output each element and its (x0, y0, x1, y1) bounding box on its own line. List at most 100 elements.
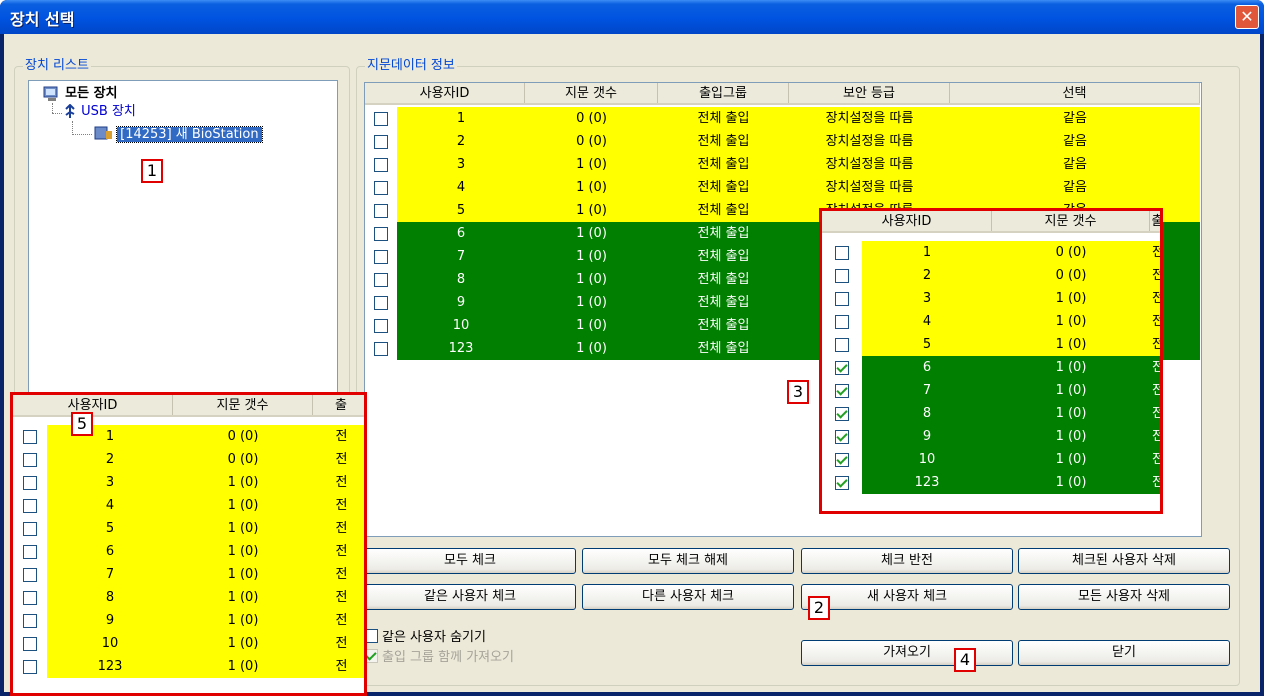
zoom-checkbox[interactable] (835, 429, 849, 444)
left-checkbox-cell[interactable] (13, 609, 47, 632)
fp-grid-checkbox-cell[interactable] (365, 291, 397, 314)
zoom-col-header[interactable]: 출 (1150, 211, 1160, 231)
tree-device[interactable]: [14253] 새 BioStation (93, 125, 263, 144)
zoom-col-header[interactable]: 지문 갯수 (992, 211, 1150, 231)
zoom-checkbox[interactable] (835, 475, 849, 490)
zoom-row[interactable]: 20 (0) 전 (822, 264, 1160, 287)
zoom-checkbox[interactable] (835, 406, 849, 421)
zoom-checkbox[interactable] (835, 268, 849, 283)
fp-grid-col-header[interactable]: 지문 갯수 (525, 83, 658, 103)
zoom-checkbox[interactable] (835, 383, 849, 398)
fp-grid-checkbox[interactable] (374, 341, 388, 356)
fp-grid-row[interactable]: 41 (0) 전체 출입 장치설정을 따름 같음 (365, 176, 1200, 199)
left-col-header[interactable]: 사용자ID (13, 395, 173, 415)
check-all-button[interactable]: 모두 체크 (364, 548, 576, 574)
left-checkbox[interactable] (23, 590, 37, 605)
left-checkbox[interactable] (23, 544, 37, 559)
zoom-checkbox-cell[interactable] (822, 241, 862, 264)
fp-grid-checkbox-cell[interactable] (365, 268, 397, 291)
zoom-checkbox-cell[interactable] (822, 448, 862, 471)
left-row[interactable]: 91 (0) 전 (13, 609, 364, 632)
fp-grid-checkbox[interactable] (374, 295, 388, 310)
tree-usb[interactable]: USB 장치 (63, 103, 136, 121)
zoom-checkbox-cell[interactable] (822, 333, 862, 356)
zoom-col-header[interactable]: 사용자ID (822, 211, 992, 231)
zoom-row[interactable]: 31 (0) 전 (822, 287, 1160, 310)
left-row[interactable]: 123 1 (0) 전 (13, 655, 364, 678)
close-button[interactable]: 닫기 (1018, 640, 1230, 666)
fp-grid-row[interactable]: 20 (0) 전체 출입 장치설정을 따름 같음 (365, 130, 1200, 153)
zoom-checkbox[interactable] (835, 314, 849, 329)
left-checkbox[interactable] (23, 498, 37, 513)
left-row[interactable]: 10 (0) 전 (13, 425, 364, 448)
fp-grid-checkbox[interactable] (374, 111, 388, 126)
fp-grid-col-header[interactable]: 사용자ID (365, 83, 525, 103)
left-checkbox-cell[interactable] (13, 448, 47, 471)
zoom-row[interactable]: 10 1 (0) 전 (822, 448, 1160, 471)
fp-grid-checkbox-cell[interactable] (365, 130, 397, 153)
left-checkbox[interactable] (23, 521, 37, 536)
left-col-header[interactable]: 출 (313, 395, 364, 415)
left-row[interactable]: 41 (0) 전 (13, 494, 364, 517)
left-checkbox-cell[interactable] (13, 540, 47, 563)
left-checkbox[interactable] (23, 429, 37, 444)
left-row[interactable]: 10 1 (0) 전 (13, 632, 364, 655)
zoom-row[interactable]: 71 (0) 전 (822, 379, 1160, 402)
left-row[interactable]: 20 (0) 전 (13, 448, 364, 471)
uncheck-all-button[interactable]: 모두 체크 해제 (582, 548, 794, 574)
fp-grid-checkbox[interactable] (374, 203, 388, 218)
zoom-checkbox-cell[interactable] (822, 379, 862, 402)
fp-grid-checkbox-cell[interactable] (365, 337, 397, 360)
zoom-checkbox[interactable] (835, 337, 849, 352)
fp-grid-checkbox-cell[interactable] (365, 199, 397, 222)
fp-grid-row[interactable]: 10 (0) 전체 출입 장치설정을 따름 같음 (365, 107, 1200, 130)
left-checkbox[interactable] (23, 567, 37, 582)
import-button[interactable]: 가져오기 (801, 640, 1013, 666)
zoom-checkbox-cell[interactable] (822, 287, 862, 310)
fp-grid-checkbox[interactable] (374, 318, 388, 333)
check-different-button[interactable]: 다른 사용자 체크 (582, 584, 794, 610)
left-checkbox[interactable] (23, 613, 37, 628)
hide-same-option[interactable]: 같은 사용자 숨기기 (364, 626, 486, 645)
title-bar[interactable]: 장치 선택 ✕ (0, 0, 1264, 34)
left-checkbox-cell[interactable] (13, 425, 47, 448)
fp-grid-col-header[interactable]: 보안 등급 (789, 83, 950, 103)
zoom-checkbox-cell[interactable] (822, 471, 862, 494)
zoom-row[interactable]: 123 1 (0) 전 (822, 471, 1160, 494)
fp-grid-checkbox[interactable] (374, 226, 388, 241)
fp-grid-checkbox-cell[interactable] (365, 176, 397, 199)
zoom-checkbox[interactable] (835, 452, 849, 467)
zoom-row[interactable]: 61 (0) 전 (822, 356, 1160, 379)
fp-grid-checkbox-cell[interactable] (365, 222, 397, 245)
fp-grid-checkbox[interactable] (374, 157, 388, 172)
zoom-checkbox[interactable] (835, 291, 849, 306)
left-checkbox-cell[interactable] (13, 586, 47, 609)
zoom-row[interactable]: 81 (0) 전 (822, 402, 1160, 425)
zoom-checkbox[interactable] (835, 360, 849, 375)
left-row[interactable]: 51 (0) 전 (13, 517, 364, 540)
check-same-button[interactable]: 같은 사용자 체크 (364, 584, 576, 610)
fp-grid-checkbox[interactable] (374, 272, 388, 287)
fp-grid-checkbox-cell[interactable] (365, 153, 397, 176)
left-row[interactable]: 61 (0) 전 (13, 540, 364, 563)
delete-checked-button[interactable]: 체크된 사용자 삭제 (1018, 548, 1230, 574)
left-checkbox-cell[interactable] (13, 655, 47, 678)
left-checkbox-cell[interactable] (13, 471, 47, 494)
fp-grid-col-header[interactable]: 출입그룹 (658, 83, 789, 103)
zoom-row[interactable]: 51 (0) 전 (822, 333, 1160, 356)
fp-grid-checkbox[interactable] (374, 249, 388, 264)
left-checkbox[interactable] (23, 636, 37, 651)
zoom-row[interactable]: 91 (0) 전 (822, 425, 1160, 448)
device-tree[interactable]: 모든 장치 USB 장치 [14253] 새 BioStation (28, 80, 338, 423)
close-icon[interactable]: ✕ (1235, 5, 1259, 29)
zoom-row[interactable]: 41 (0) 전 (822, 310, 1160, 333)
fp-grid-checkbox[interactable] (374, 180, 388, 195)
delete-all-button[interactable]: 모든 사용자 삭제 (1018, 584, 1230, 610)
left-checkbox-cell[interactable] (13, 563, 47, 586)
left-checkbox[interactable] (23, 452, 37, 467)
zoom-checkbox-cell[interactable] (822, 425, 862, 448)
zoom-checkbox-cell[interactable] (822, 402, 862, 425)
zoom-checkbox[interactable] (835, 245, 849, 260)
left-checkbox-cell[interactable] (13, 494, 47, 517)
left-checkbox-cell[interactable] (13, 517, 47, 540)
